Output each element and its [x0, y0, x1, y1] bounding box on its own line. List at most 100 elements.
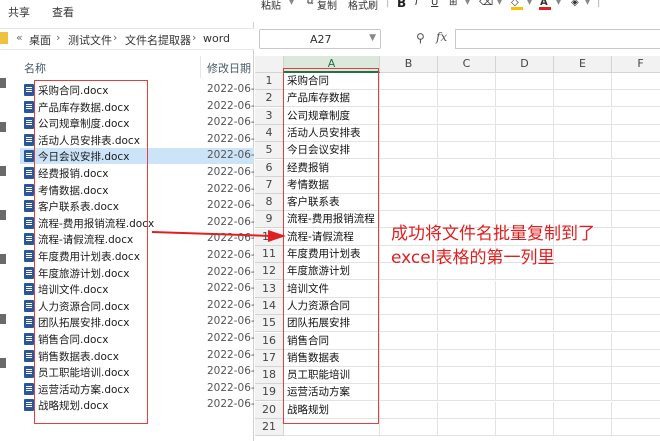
cell[interactable]	[496, 332, 554, 350]
cell-column-a[interactable]: 团队拓展安排	[284, 315, 380, 333]
cell[interactable]	[612, 160, 660, 177]
cell[interactable]	[438, 159, 496, 177]
cell-column-a[interactable]: 活动人员安排表	[284, 124, 380, 142]
cell[interactable]	[554, 280, 612, 298]
cell[interactable]	[380, 159, 438, 177]
column-header-c[interactable]: C	[438, 56, 496, 73]
cell-column-a[interactable]: 员工职能培训	[284, 367, 380, 385]
paste-button[interactable]: 粘贴	[261, 0, 281, 12]
cell[interactable]	[612, 350, 660, 367]
cell[interactable]	[380, 419, 438, 436]
ribbon-tab-view[interactable]: 查看	[52, 4, 74, 20]
nav-expander[interactable]	[0, 210, 6, 220]
cell[interactable]	[554, 297, 612, 315]
file-row[interactable]: 年度费用计划表.docx 2022-06-0	[20, 248, 261, 264]
cell[interactable]	[554, 315, 612, 333]
nav-expander[interactable]	[0, 254, 6, 264]
cell[interactable]	[438, 349, 496, 367]
row-header[interactable]: 19	[255, 384, 284, 402]
file-row[interactable]: 经费报销.docx 2022-06-0	[20, 165, 261, 181]
row-header[interactable]: 2	[255, 90, 284, 108]
cell[interactable]	[380, 315, 438, 333]
cell[interactable]	[380, 107, 438, 125]
cell[interactable]	[438, 142, 496, 160]
cell[interactable]	[496, 419, 554, 436]
file-row[interactable]: 培训文件.docx 2022-06-0	[20, 281, 261, 297]
cell-column-a[interactable]: 客户联系表	[284, 194, 380, 212]
row-header[interactable]: 8	[255, 194, 284, 212]
eraser-icon[interactable]: ◈	[571, 0, 579, 8]
row-header[interactable]: 4	[255, 124, 284, 142]
breadcrumb-test-files[interactable]: 测试文件	[68, 32, 112, 48]
cell-column-a[interactable]: 经费报销	[284, 159, 380, 177]
dropdown-chevron-icon[interactable]: ▾	[497, 0, 502, 8]
column-header-a[interactable]: A	[284, 56, 380, 73]
row-header[interactable]: 13	[255, 280, 284, 298]
cell[interactable]	[496, 315, 554, 333]
cell-column-a[interactable]: 年度旅游计划	[284, 263, 380, 281]
cell[interactable]	[612, 367, 660, 385]
dropdown-chevron-icon[interactable]: ▾	[585, 0, 590, 8]
ribbon-tab-share[interactable]: 共享	[8, 4, 30, 20]
cell[interactable]	[612, 108, 660, 125]
cell[interactable]	[612, 419, 660, 436]
cell[interactable]	[612, 125, 660, 142]
row-header[interactable]: 6	[255, 159, 284, 177]
column-header-modified[interactable]: 修改日期	[207, 60, 251, 76]
select-all-corner[interactable]	[255, 56, 284, 73]
cell-column-a[interactable]: 流程-请假流程	[284, 228, 380, 246]
cell[interactable]	[496, 280, 554, 298]
cell-column-a[interactable]	[284, 419, 380, 436]
cell[interactable]	[554, 176, 612, 194]
cell[interactable]	[612, 333, 660, 350]
nav-expander[interactable]	[0, 78, 6, 88]
row-header[interactable]: 18	[255, 367, 284, 385]
column-header-name[interactable]: 名称	[24, 60, 46, 76]
cell[interactable]	[496, 401, 554, 419]
cell[interactable]	[612, 298, 660, 315]
cell[interactable]	[380, 176, 438, 194]
file-row[interactable]: 今日会议安排.docx 2022-06-0	[20, 148, 261, 165]
cell[interactable]	[554, 194, 612, 212]
column-header-e[interactable]: E	[554, 56, 612, 73]
cell[interactable]	[496, 159, 554, 177]
cell[interactable]	[496, 176, 554, 194]
cell[interactable]	[612, 73, 660, 90]
row-header[interactable]: 16	[255, 332, 284, 350]
file-row[interactable]: 产品库存数据.docx 2022-06-0	[20, 99, 261, 115]
cell[interactable]	[496, 384, 554, 402]
cell[interactable]	[438, 280, 496, 298]
cell[interactable]	[554, 349, 612, 367]
cell[interactable]	[438, 297, 496, 315]
format-painter-button[interactable]: 格式刷	[348, 0, 378, 12]
formula-input[interactable]	[455, 29, 660, 49]
cell[interactable]	[380, 401, 438, 419]
file-row[interactable]: 团队拓展安排.docx 2022-06-0	[20, 314, 261, 330]
cell-column-a[interactable]: 今日会议安排	[284, 142, 380, 160]
nav-expander[interactable]	[0, 358, 6, 368]
dropdown-chevron-icon[interactable]: ▾	[465, 0, 470, 8]
file-row[interactable]: 销售合同.docx 2022-06-0	[20, 331, 261, 347]
breadcrumb-overflow[interactable]: «	[16, 31, 23, 44]
row-header[interactable]: 20	[255, 401, 284, 419]
cell[interactable]	[554, 367, 612, 385]
cell-column-a[interactable]: 公司规章制度	[284, 107, 380, 125]
cell[interactable]	[438, 419, 496, 436]
row-header[interactable]: 14	[255, 297, 284, 315]
cell-column-a[interactable]: 人力资源合同	[284, 297, 380, 315]
copy-button[interactable]: 复制	[317, 0, 337, 12]
italic-icon[interactable]: I	[415, 0, 418, 8]
row-header[interactable]: 7	[255, 176, 284, 194]
bold-button[interactable]: B	[397, 0, 406, 10]
cell[interactable]	[612, 402, 660, 419]
row-header[interactable]: 17	[255, 349, 284, 367]
cell[interactable]	[612, 142, 660, 160]
cell[interactable]	[438, 176, 496, 194]
row-header[interactable]: 5	[255, 142, 284, 160]
cell[interactable]	[496, 194, 554, 212]
cell[interactable]	[496, 124, 554, 142]
breadcrumb-desktop[interactable]: 桌面	[29, 32, 51, 48]
address-bar[interactable]: « 桌面 › 测试文件 › 文件名提取器 › word	[0, 28, 254, 50]
cell-column-a[interactable]: 年度费用计划表	[284, 246, 380, 263]
cell[interactable]	[612, 177, 660, 194]
